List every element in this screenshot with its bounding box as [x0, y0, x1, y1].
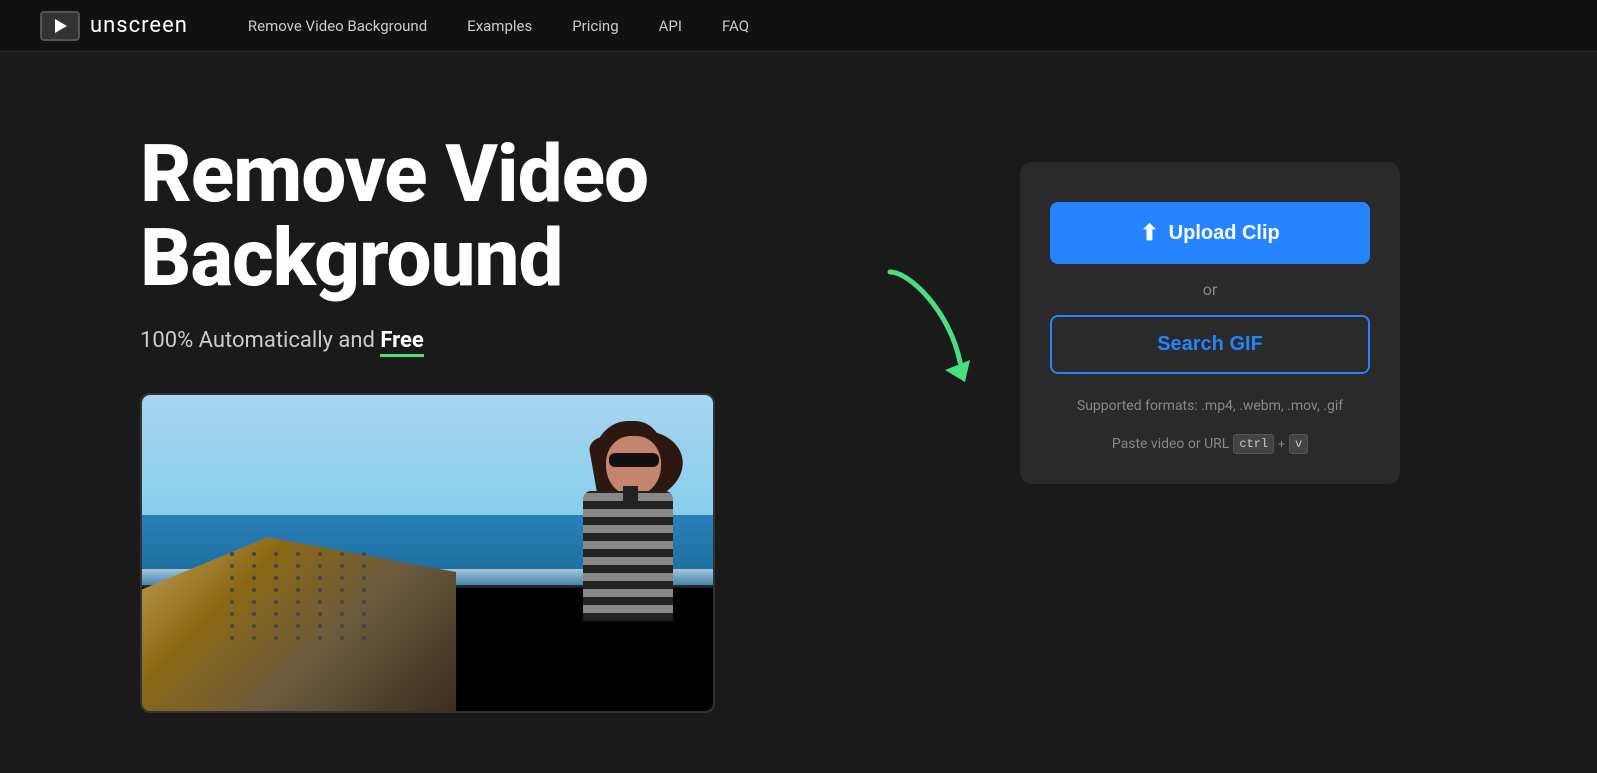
hero-subtitle-bold: Free: [380, 328, 423, 357]
dot: [318, 636, 322, 640]
dot: [296, 612, 300, 616]
dot: [274, 576, 278, 580]
dot: [340, 624, 344, 628]
dot: [318, 624, 322, 628]
hero-title-line1: Remove Video: [140, 127, 648, 221]
dot: [296, 552, 300, 556]
dot: [230, 612, 234, 616]
dot: [252, 636, 256, 640]
upload-clip-label: Upload Clip: [1169, 222, 1280, 245]
dot: [340, 588, 344, 592]
dot: [252, 600, 256, 604]
arrow-decoration: [870, 252, 990, 402]
dot: [340, 576, 344, 580]
v-key-badge: v: [1289, 434, 1308, 454]
dot: [318, 576, 322, 580]
search-gif-button[interactable]: Search GIF: [1050, 315, 1370, 374]
dot: [274, 588, 278, 592]
nav-api[interactable]: API: [659, 17, 682, 35]
video-preview: [140, 393, 715, 713]
dot: [230, 624, 234, 628]
dot: [362, 552, 366, 556]
dot: [274, 636, 278, 640]
dot: [230, 636, 234, 640]
dot: [340, 600, 344, 604]
logo-text: unscreen: [90, 13, 188, 38]
supported-formats-text: Supported formats: .mp4, .webm, .mov, .g…: [1077, 398, 1343, 414]
dot: [252, 576, 256, 580]
dot: [318, 564, 322, 568]
dot: [362, 588, 366, 592]
logo-link[interactable]: unscreen: [40, 11, 188, 41]
ctrl-key-badge: ctrl: [1233, 434, 1274, 454]
nav-remove-video[interactable]: Remove Video Background: [248, 17, 427, 35]
dot: [296, 576, 300, 580]
nav-links: Remove Video Background Examples Pricing…: [248, 16, 749, 35]
dot: [318, 612, 322, 616]
dot: [252, 612, 256, 616]
plus-sign: +: [1278, 437, 1285, 451]
or-divider: or: [1203, 280, 1218, 299]
dot: [362, 624, 366, 628]
dot: [296, 636, 300, 640]
dot: [252, 624, 256, 628]
play-icon: [55, 19, 67, 33]
nav-pricing[interactable]: Pricing: [572, 17, 618, 35]
upload-clip-button[interactable]: ⬆ Upload Clip: [1050, 202, 1370, 264]
dot: [296, 624, 300, 628]
left-section: Remove Video Background 100% Automatical…: [140, 132, 960, 713]
dot-grid-decoration: // Will render dots via template: [230, 552, 376, 640]
upload-panel: ⬆ Upload Clip or Search GIF Supported fo…: [1020, 162, 1400, 484]
dot: [274, 552, 278, 556]
dot: [230, 588, 234, 592]
dot: [230, 600, 234, 604]
navbar: unscreen Remove Video Background Example…: [0, 0, 1597, 52]
logo-icon: [40, 11, 80, 41]
hero-title: Remove Video Background: [140, 132, 960, 300]
dot: [296, 588, 300, 592]
dot: [252, 588, 256, 592]
dot: [230, 576, 234, 580]
dot: [274, 600, 278, 604]
dot: [340, 636, 344, 640]
dot: [296, 600, 300, 604]
dot: [274, 564, 278, 568]
nav-faq[interactable]: FAQ: [722, 17, 749, 35]
dot: [362, 636, 366, 640]
hero-subtitle: 100% Automatically and Free: [140, 328, 960, 353]
dot: [318, 600, 322, 604]
dot: [340, 612, 344, 616]
dot: [296, 564, 300, 568]
upload-icon: ⬆: [1140, 220, 1158, 246]
dot: [340, 564, 344, 568]
hero-title-line2: Background: [140, 211, 563, 305]
paste-hint: Paste video or URL ctrl + v: [1112, 434, 1308, 454]
paste-hint-text: Paste video or URL: [1112, 436, 1229, 452]
dot: [274, 624, 278, 628]
dot: [362, 576, 366, 580]
dot: [230, 564, 234, 568]
dot: [252, 564, 256, 568]
nav-examples[interactable]: Examples: [467, 17, 532, 35]
main-content: Remove Video Background 100% Automatical…: [0, 52, 1597, 773]
dot: [362, 564, 366, 568]
dot: [362, 600, 366, 604]
right-section: ⬆ Upload Clip or Search GIF Supported fo…: [1020, 162, 1400, 484]
dot: [230, 552, 234, 556]
search-gif-label: Search GIF: [1157, 333, 1263, 355]
dot: [318, 588, 322, 592]
dot: [362, 612, 366, 616]
hero-subtitle-plain: 100% Automatically and: [140, 328, 380, 353]
dot: [318, 552, 322, 556]
dot: [274, 612, 278, 616]
dot: [252, 552, 256, 556]
dot: [340, 552, 344, 556]
